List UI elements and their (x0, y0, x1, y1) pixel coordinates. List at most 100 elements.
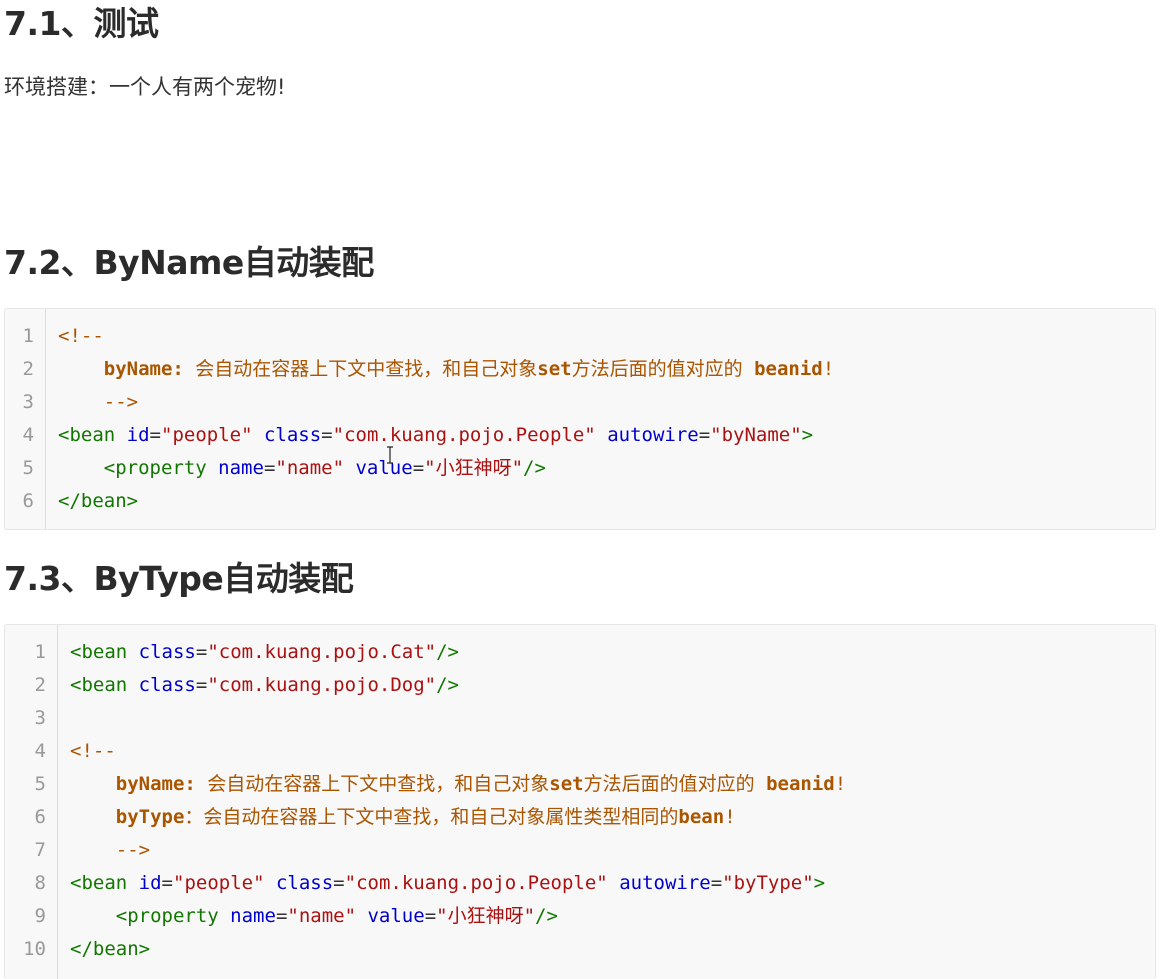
code-line[interactable]: --> (58, 386, 138, 419)
code-token: "com.kuang.pojo.Cat" (207, 641, 437, 663)
code-block-byname[interactable]: 1 2 3 4 5 6 <!-- byName: 会自动在容器上下文中查找，和自己对象se… (4, 308, 1156, 530)
code-line[interactable]: <bean id="people" class="com.kuang.pojo.… (58, 419, 813, 452)
code-line[interactable]: <!-- (70, 735, 116, 768)
code-token: beanid (754, 358, 823, 380)
code-token: "小狂神呀" (436, 905, 536, 927)
line-number: 10 (23, 938, 46, 960)
code-token: "com.kuang.pojo.Dog" (207, 674, 437, 696)
line-number: 2 (22, 358, 34, 380)
code-token: "com.kuang.pojo.People" (344, 872, 608, 894)
code-token: class (275, 872, 334, 894)
code-token: > (813, 872, 826, 894)
code-line[interactable]: <bean id="people" class="com.kuang.pojo.… (70, 867, 825, 900)
code-token: set (549, 773, 584, 795)
code-token: autowire (607, 424, 699, 446)
code-line[interactable]: </bean> (58, 485, 138, 518)
code-token: = (424, 905, 437, 927)
code-token: = (195, 674, 208, 696)
code-token: <bean (70, 674, 128, 696)
code-token: <!-- (70, 740, 116, 762)
line-number: 4 (34, 740, 46, 762)
code-token: 会自动在容器上下文中查找，和自己对象 (195, 773, 550, 795)
line-number: 9 (34, 905, 46, 927)
code-token: value (355, 457, 413, 479)
code-token: = (710, 872, 723, 894)
code-token: 会自动在容器上下文中查找，和自己对象 (183, 358, 538, 380)
code-token: = (321, 424, 333, 446)
code-token: </bean> (70, 938, 151, 960)
code-token: id (138, 872, 162, 894)
section-heading-bytype: 7.3、ByType自动装配 (4, 559, 354, 598)
code-token: = (149, 424, 161, 446)
code-token: <bean (70, 872, 128, 894)
code-token: = (698, 424, 711, 446)
code-token: 方法后面的值对应的 (571, 358, 755, 380)
code-token: --> (58, 391, 139, 413)
code-line[interactable]: --> (70, 834, 150, 867)
code-token: "com.kuang.pojo.People" (332, 424, 596, 446)
code-token: = (263, 457, 276, 479)
line-number: 7 (34, 839, 46, 861)
code-token: "byType" (722, 872, 814, 894)
code-token: <bean (58, 424, 116, 446)
code-token: byName: (115, 773, 196, 795)
line-number: 1 (22, 325, 34, 347)
code-token: /> (436, 641, 459, 663)
line-number: 3 (34, 707, 46, 729)
code-line[interactable]: byType：会自动在容器上下文中查找，和自己对象属性类型相同的bean! (70, 801, 736, 834)
line-number: 4 (22, 424, 34, 446)
code-token: ! (822, 358, 835, 380)
code-line[interactable]: byName: 会自动在容器上下文中查找，和自己对象set方法后面的值对应的 b… (70, 768, 846, 801)
code-token: "name" (275, 457, 345, 479)
code-token: "people" (173, 872, 265, 894)
code-line[interactable]: byName: 会自动在容器上下文中查找，和自己对象set方法后面的值对应的 b… (58, 353, 834, 386)
code-token: = (333, 872, 345, 894)
environment-paragraph: 环境搭建：一个人有两个宠物! (4, 75, 286, 99)
code-token: byType (115, 806, 185, 828)
code-token: = (195, 641, 208, 663)
code-line[interactable]: <bean class="com.kuang.pojo.Dog"/> (70, 669, 459, 702)
line-number: 6 (34, 806, 46, 828)
code-token: ! (724, 806, 736, 828)
code-token: name (230, 905, 276, 927)
code-line[interactable]: <!-- (58, 320, 104, 353)
code-token: > (801, 424, 814, 446)
code-token: class (138, 641, 196, 663)
code-token: byName: (103, 358, 184, 380)
line-number: 1 (34, 641, 46, 663)
code-line[interactable]: <bean class="com.kuang.pojo.Cat"/> (70, 636, 459, 669)
code-token: class (138, 674, 196, 696)
line-number: 2 (34, 674, 46, 696)
code-line[interactable]: <property name="name" value="小狂神呀"/> (70, 900, 558, 933)
code-token: <property (103, 457, 207, 479)
code-token: = (412, 457, 425, 479)
code-token: <bean (70, 641, 128, 663)
code-token: bean (678, 806, 725, 828)
code-token: <!-- (58, 325, 104, 347)
code-token: "byName" (710, 424, 802, 446)
code-token: id (126, 424, 150, 446)
code-token: autowire (619, 872, 711, 894)
code-block-bytype[interactable]: 1 2 3 4 5 6 7 8 9 10 <bean class="com.kuang.pojo.… (4, 624, 1156, 979)
code-token: /> (535, 905, 558, 927)
code-token: = (161, 872, 173, 894)
code-line[interactable]: </bean> (70, 933, 150, 966)
section-heading-byname: 7.2、ByName自动装配 (4, 243, 374, 282)
code-token: --> (70, 839, 151, 861)
code-token: "people" (161, 424, 253, 446)
code-token: </bean> (58, 490, 139, 512)
code-line[interactable]: <property name="name" value="小狂神呀"/> (58, 452, 546, 485)
